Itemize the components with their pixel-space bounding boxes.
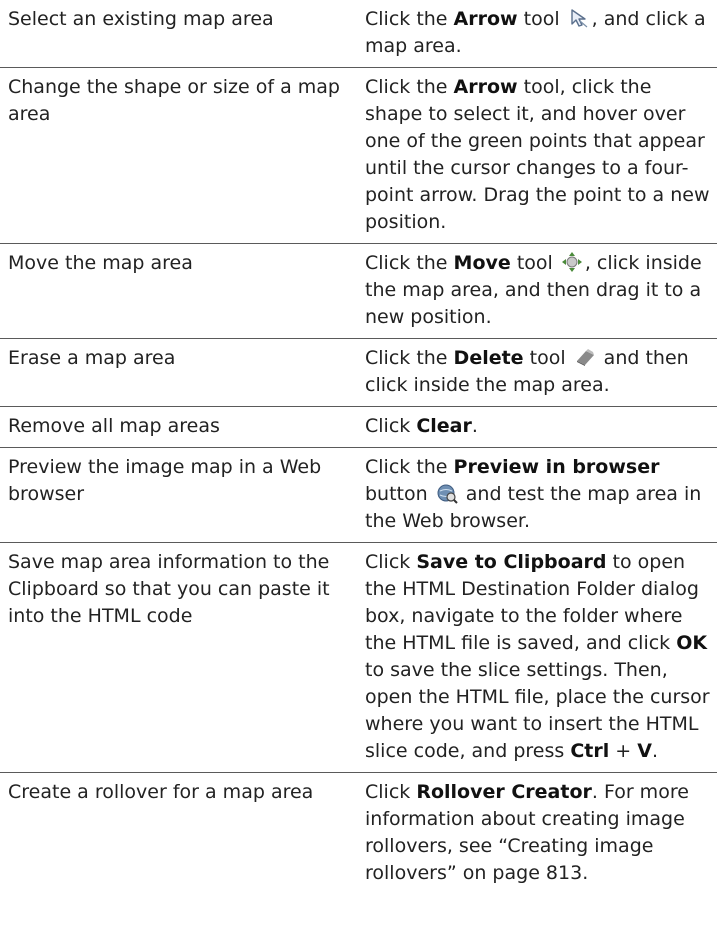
action-text: Click — [365, 551, 417, 573]
ui-term: Clear — [416, 415, 472, 437]
action-text: Click — [365, 781, 417, 803]
action-text: Click — [365, 415, 417, 437]
action-cell: Click the Arrow tool , and click a map a… — [353, 0, 717, 68]
task-cell: Preview the image map in a Web browser — [0, 447, 353, 543]
action-text: Click the — [365, 76, 454, 98]
task-action-table: Select an existing map area Click the Ar… — [0, 0, 717, 894]
table-row: Select an existing map area Click the Ar… — [0, 0, 717, 68]
ui-term: Delete — [453, 347, 524, 369]
task-text: Create a rollover for a map area — [8, 781, 314, 803]
table-row: Preview the image map in a Web browser C… — [0, 447, 717, 543]
eraser-tool-icon — [576, 349, 594, 366]
task-text: Move the map area — [8, 252, 193, 274]
action-cell: Click Save to Clipboard to open the HTML… — [353, 542, 717, 773]
task-cell: Change the shape or size of a map area — [0, 67, 353, 244]
keyboard-key: V — [637, 740, 652, 762]
action-text: Click the — [365, 456, 454, 478]
action-text: Click the — [365, 8, 454, 30]
action-text: tool — [510, 252, 559, 274]
keyboard-key: Ctrl — [570, 740, 610, 762]
ui-term: Rollover Creator — [416, 781, 592, 803]
task-cell: Create a rollover for a map area — [0, 773, 353, 895]
task-text: Save map area information to the Clipboa… — [8, 551, 330, 627]
action-text: tool — [517, 8, 566, 30]
action-text: Click the — [365, 252, 454, 274]
table-row: Save map area information to the Clipboa… — [0, 542, 717, 773]
task-cell: Save map area information to the Clipboa… — [0, 542, 353, 773]
task-text: Erase a map area — [8, 347, 176, 369]
table-row: Move the map area Click the Move tool , … — [0, 243, 717, 339]
table-row: Erase a map area Click the Delete tool a… — [0, 338, 717, 407]
arrow-tool-icon — [570, 9, 588, 28]
task-cell: Move the map area — [0, 243, 353, 339]
action-text: Click the — [365, 347, 454, 369]
ui-term: Save to Clipboard — [416, 551, 607, 573]
table-row: Remove all map areas Click Clear. — [0, 406, 717, 448]
table-row: Create a rollover for a map area Click R… — [0, 773, 717, 895]
task-text: Preview the image map in a Web browser — [8, 456, 322, 505]
ui-term: Arrow — [453, 76, 518, 98]
task-cell: Erase a map area — [0, 338, 353, 407]
ui-term: OK — [676, 632, 708, 654]
task-text: Remove all map areas — [8, 415, 220, 437]
preview-browser-icon — [437, 484, 458, 504]
action-text: . — [471, 415, 478, 437]
action-text: tool — [523, 347, 572, 369]
action-cell: Click Clear. — [353, 406, 717, 448]
action-text: button — [365, 483, 434, 505]
action-text: + — [609, 740, 638, 762]
action-text: tool, click the shape to select it, and … — [365, 76, 710, 233]
action-cell: Click the Delete tool and then click ins… — [353, 338, 717, 407]
action-cell: Click the Arrow tool, click the shape to… — [353, 67, 717, 244]
action-cell: Click the Preview in browser button and … — [353, 447, 717, 543]
task-text: Change the shape or size of a map area — [8, 76, 340, 125]
task-cell: Select an existing map area — [0, 0, 353, 68]
ui-term: Arrow — [453, 8, 518, 30]
action-text: . — [651, 740, 658, 762]
action-cell: Click Rollover Creator. For more informa… — [353, 773, 717, 895]
table-row: Change the shape or size of a map area C… — [0, 67, 717, 244]
task-cell: Remove all map areas — [0, 406, 353, 448]
ui-term: Move — [453, 252, 511, 274]
action-cell: Click the Move tool , click inside the m… — [353, 243, 717, 339]
move-tool-icon — [561, 252, 582, 272]
task-text: Select an existing map area — [8, 8, 274, 30]
ui-term: Preview in browser — [453, 456, 660, 478]
